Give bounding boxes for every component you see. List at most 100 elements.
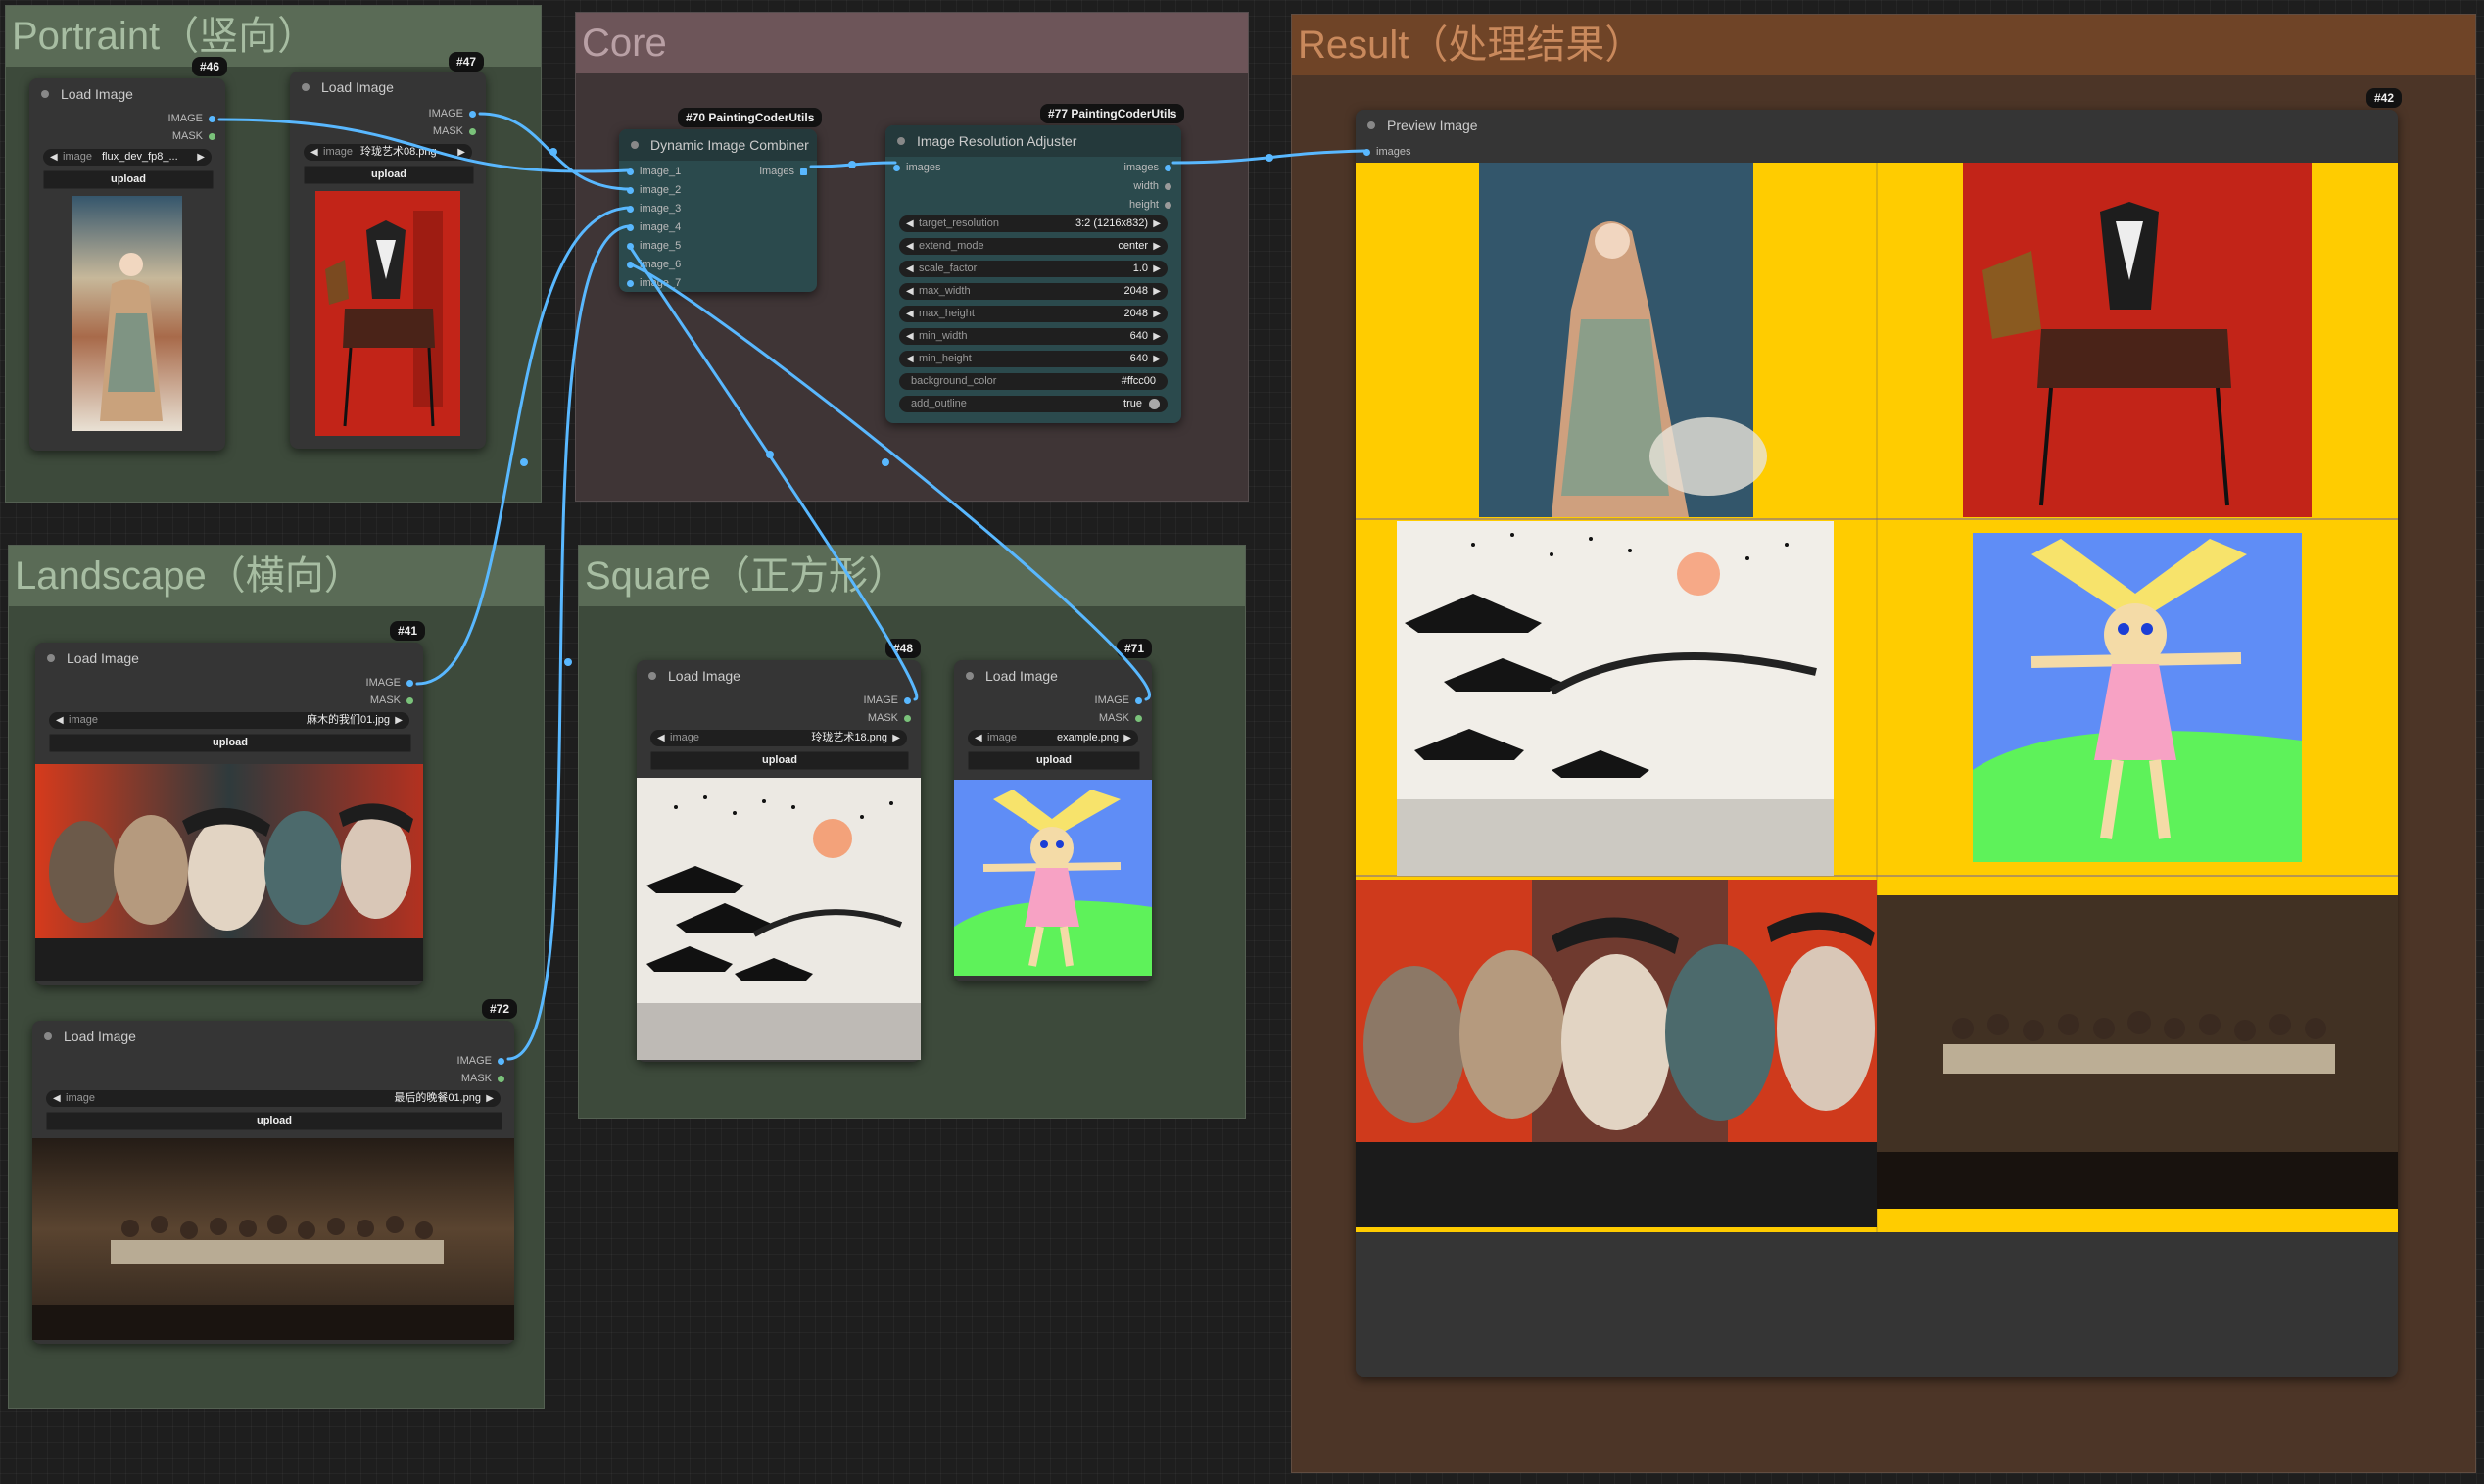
input-socket-icon[interactable]: [627, 261, 634, 268]
collapse-dot-icon[interactable]: [47, 654, 55, 662]
upload-button[interactable]: upload: [650, 751, 909, 770]
arrow-left-icon[interactable]: ◀: [56, 712, 64, 729]
output-socket-icon[interactable]: [1165, 201, 1171, 209]
collapse-dot-icon[interactable]: [897, 137, 905, 145]
output-socket-icon[interactable]: [209, 115, 215, 122]
node-header[interactable]: Load Image: [954, 660, 1152, 692]
input-socket-icon[interactable]: [627, 168, 634, 175]
output-socket-icon[interactable]: [904, 696, 911, 704]
output-mask[interactable]: MASK: [172, 127, 215, 145]
output-socket-icon[interactable]: [406, 696, 413, 704]
output-socket-icon[interactable]: [1165, 164, 1171, 171]
add-outline-toggle[interactable]: add_outline true: [899, 396, 1168, 412]
input-image-7[interactable]: image_7: [627, 274, 681, 292]
upload-button[interactable]: upload: [49, 734, 411, 752]
arrow-left-icon[interactable]: ◀: [906, 283, 914, 300]
node-header[interactable]: Preview Image: [1356, 110, 2398, 141]
collapse-dot-icon[interactable]: [1367, 121, 1375, 129]
dynamic-image-combiner-node[interactable]: Dynamic Image Combiner image_1 image_2 i…: [619, 129, 817, 292]
input-socket-icon[interactable]: [1363, 148, 1370, 156]
input-socket-icon[interactable]: [627, 279, 634, 287]
output-mask[interactable]: MASK: [1099, 709, 1142, 727]
arrow-right-icon[interactable]: ▶: [1123, 730, 1131, 746]
output-image[interactable]: IMAGE: [429, 105, 476, 122]
collapse-dot-icon[interactable]: [302, 83, 310, 91]
output-images[interactable]: images: [1124, 159, 1171, 176]
output-socket-icon[interactable]: [469, 127, 476, 135]
output-image[interactable]: IMAGE: [366, 674, 413, 692]
arrow-right-icon[interactable]: ▶: [486, 1090, 494, 1107]
output-mask[interactable]: MASK: [433, 122, 476, 140]
output-socket-icon[interactable]: [498, 1057, 504, 1065]
output-mask[interactable]: MASK: [370, 692, 413, 709]
arrow-left-icon[interactable]: ◀: [906, 238, 914, 255]
arrow-right-icon[interactable]: ▶: [1153, 283, 1161, 300]
upload-button[interactable]: upload: [304, 166, 474, 184]
load-image-node-47[interactable]: Load Image IMAGE MASK ◀ image 玲珑艺术08.png…: [290, 72, 486, 449]
collapse-dot-icon[interactable]: [44, 1032, 52, 1040]
arrow-right-icon[interactable]: ▶: [1153, 215, 1161, 232]
output-width[interactable]: width: [1133, 177, 1171, 195]
input-socket-icon[interactable]: [893, 164, 900, 171]
upload-button[interactable]: upload: [43, 170, 214, 189]
input-socket-icon[interactable]: [627, 223, 634, 231]
output-mask[interactable]: MASK: [868, 709, 911, 727]
output-socket-icon[interactable]: [406, 679, 413, 687]
output-images[interactable]: images: [760, 163, 807, 180]
input-socket-icon[interactable]: [627, 186, 634, 194]
load-image-node-41[interactable]: Load Image IMAGE MASK ◀ image 麻木的我们01.jp…: [35, 643, 423, 985]
collapse-dot-icon[interactable]: [966, 672, 974, 680]
image-select[interactable]: ◀ image 麻木的我们01.jpg ▶: [49, 712, 409, 729]
preview-result-image[interactable]: [1356, 163, 2398, 1232]
arrow-right-icon[interactable]: ▶: [1153, 306, 1161, 322]
input-images[interactable]: images: [1363, 143, 1410, 161]
input-image-6[interactable]: image_6: [627, 256, 681, 273]
node-header[interactable]: Load Image: [637, 660, 921, 692]
preview-image-node[interactable]: Preview Image images: [1356, 110, 2398, 1377]
output-socket-icon[interactable]: [498, 1075, 504, 1082]
input-image-3[interactable]: image_3: [627, 200, 681, 217]
target-resolution-combo[interactable]: ◀ target_resolution 3:2 (1216x832) ▶: [899, 215, 1168, 232]
scale-factor-number[interactable]: ◀ scale_factor 1.0 ▶: [899, 261, 1168, 277]
output-socket-icon[interactable]: [1135, 714, 1142, 722]
arrow-left-icon[interactable]: ◀: [906, 351, 914, 367]
output-image[interactable]: IMAGE: [168, 110, 215, 127]
arrow-right-icon[interactable]: ▶: [197, 149, 205, 166]
arrow-left-icon[interactable]: ◀: [906, 261, 914, 277]
arrow-right-icon[interactable]: ▶: [1153, 328, 1161, 345]
extend-mode-combo[interactable]: ◀ extend_mode center ▶: [899, 238, 1168, 255]
image-resolution-adjuster-node[interactable]: Image Resolution Adjuster images images …: [885, 125, 1181, 423]
image-select[interactable]: ◀ image 玲珑艺术08.png ▶: [304, 144, 472, 161]
arrow-right-icon[interactable]: ▶: [395, 712, 403, 729]
node-header[interactable]: Load Image: [35, 643, 423, 674]
max-width-number[interactable]: ◀ max_width 2048 ▶: [899, 283, 1168, 300]
arrow-left-icon[interactable]: ◀: [53, 1090, 61, 1107]
upload-button[interactable]: upload: [968, 751, 1140, 770]
arrow-left-icon[interactable]: ◀: [906, 215, 914, 232]
collapse-dot-icon[interactable]: [631, 141, 639, 149]
input-image-2[interactable]: image_2: [627, 181, 681, 199]
arrow-right-icon[interactable]: ▶: [1153, 261, 1161, 277]
arrow-left-icon[interactable]: ◀: [50, 149, 58, 166]
output-mask[interactable]: MASK: [461, 1070, 504, 1087]
output-socket-icon[interactable]: [904, 714, 911, 722]
arrow-right-icon[interactable]: ▶: [892, 730, 900, 746]
image-select[interactable]: ◀ image example.png ▶: [968, 730, 1138, 746]
output-height[interactable]: height: [1129, 196, 1171, 214]
load-image-node-46[interactable]: Load Image IMAGE MASK ◀ image flux_dev_f…: [29, 78, 225, 451]
background-color-text[interactable]: background_color #ffcc00: [899, 373, 1168, 390]
arrow-right-icon[interactable]: ▶: [457, 144, 465, 161]
input-image-4[interactable]: image_4: [627, 218, 681, 236]
output-list-socket-icon[interactable]: [800, 168, 807, 175]
node-header[interactable]: Load Image: [32, 1021, 514, 1052]
arrow-left-icon[interactable]: ◀: [906, 328, 914, 345]
arrow-left-icon[interactable]: ◀: [906, 306, 914, 322]
upload-button[interactable]: upload: [46, 1112, 502, 1130]
output-socket-icon[interactable]: [1165, 182, 1171, 190]
node-header[interactable]: Image Resolution Adjuster: [885, 125, 1181, 157]
output-socket-icon[interactable]: [209, 132, 215, 140]
arrow-right-icon[interactable]: ▶: [1153, 351, 1161, 367]
node-header[interactable]: Load Image: [290, 72, 486, 103]
output-image[interactable]: IMAGE: [457, 1052, 504, 1070]
output-image[interactable]: IMAGE: [864, 692, 911, 709]
